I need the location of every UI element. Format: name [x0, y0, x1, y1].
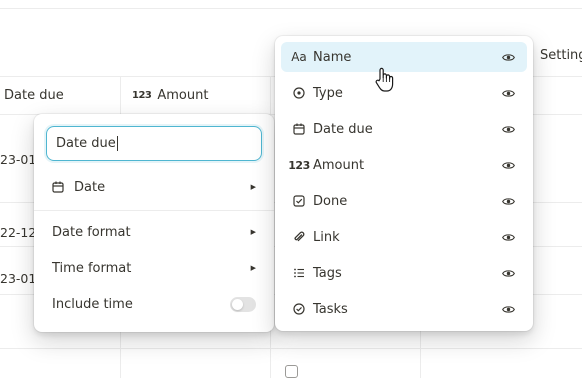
number-icon: 123 — [132, 90, 152, 101]
hand-pointer-icon — [374, 67, 396, 97]
property-item-label: Name — [313, 49, 352, 65]
property-item-label: Type — [313, 85, 343, 101]
row-divider — [0, 348, 582, 349]
toggle-knob — [232, 298, 243, 310]
column-header-amount[interactable]: 123 Amount — [132, 88, 208, 103]
column-header-label: Amount — [157, 88, 209, 103]
eye-icon[interactable] — [502, 305, 515, 314]
eye-icon[interactable] — [502, 89, 515, 98]
option-label: Time format — [52, 260, 132, 276]
eye-icon[interactable] — [502, 197, 515, 206]
property-item-label: Tasks — [313, 301, 348, 317]
properties-visibility-menu: Aa Name Type Date due 123 Amount Done Li… — [275, 36, 533, 331]
eye-icon[interactable] — [502, 53, 515, 62]
property-item-label: Tags — [313, 265, 342, 281]
property-item-link[interactable]: Link — [281, 222, 527, 252]
property-item-amount[interactable]: 123 Amount — [281, 150, 527, 180]
option-label: Include time — [52, 296, 133, 312]
eye-icon[interactable] — [502, 125, 515, 134]
divider — [34, 210, 274, 211]
property-item-label: Amount — [313, 157, 365, 173]
calendar-icon — [291, 123, 307, 135]
text-aa-icon: Aa — [291, 50, 307, 64]
chevron-right-icon: ▶ — [250, 183, 256, 191]
settings-button[interactable]: Setting — [540, 48, 582, 63]
check-circle-icon — [291, 303, 307, 315]
property-item-tasks[interactable]: Tasks — [281, 294, 527, 324]
property-item-type[interactable]: Type — [281, 78, 527, 108]
eye-icon[interactable] — [502, 161, 515, 170]
property-item-label: Date due — [313, 121, 373, 137]
property-item-name[interactable]: Aa Name — [281, 42, 527, 72]
property-name-input[interactable]: Date due — [46, 126, 262, 161]
eye-icon[interactable] — [502, 233, 515, 242]
property-item-label: Link — [313, 229, 340, 245]
include-time-option[interactable]: Include time — [52, 292, 256, 316]
row-divider — [0, 8, 582, 9]
chevron-right-icon: ▶ — [250, 228, 256, 236]
eye-icon[interactable] — [502, 269, 515, 278]
column-header-label: Date due — [4, 88, 64, 103]
property-item-tags[interactable]: Tags — [281, 258, 527, 288]
property-name-value: Date due — [56, 136, 116, 151]
property-type-label: Date — [74, 179, 106, 195]
property-editor-popup: Date due Date ▶ Date format ▶ Time forma… — [34, 114, 274, 332]
property-item-date-due[interactable]: Date due — [281, 114, 527, 144]
column-header-date-due[interactable]: Date due — [4, 88, 64, 103]
date-format-option[interactable]: Date format ▶ — [52, 220, 256, 244]
property-item-label: Done — [313, 193, 348, 209]
select-circle-icon — [291, 87, 307, 99]
paperclip-icon — [291, 231, 307, 243]
done-checkbox[interactable] — [285, 365, 298, 378]
include-time-toggle[interactable] — [230, 296, 256, 312]
property-item-done[interactable]: Done — [281, 186, 527, 216]
calendar-icon — [52, 181, 66, 193]
number-icon: 123 — [288, 158, 310, 172]
list-icon — [291, 267, 307, 279]
chevron-right-icon: ▶ — [250, 264, 256, 272]
checkbox-icon — [291, 195, 307, 207]
property-type-select[interactable]: Date ▶ — [52, 175, 256, 199]
text-caret — [116, 136, 118, 151]
option-label: Date format — [52, 224, 131, 240]
time-format-option[interactable]: Time format ▶ — [52, 256, 256, 280]
